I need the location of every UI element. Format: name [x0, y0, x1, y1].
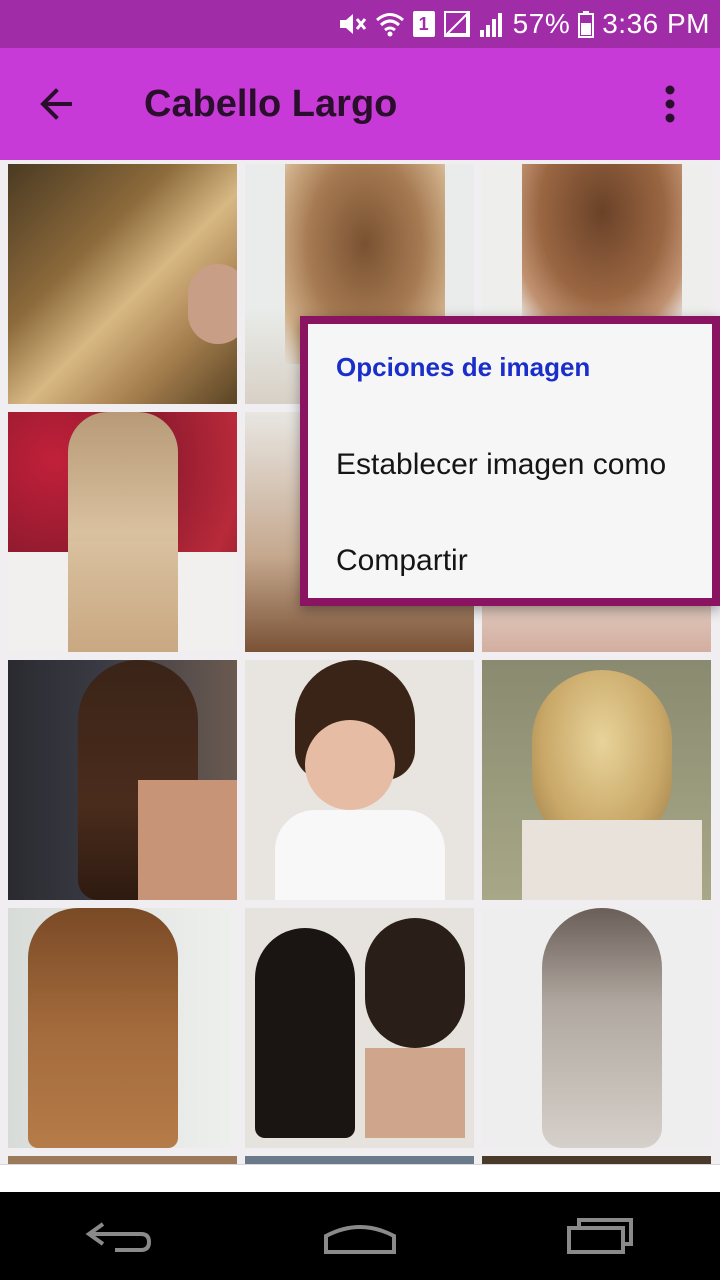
image-options-menu: Opciones de imagen Establecer imagen com… — [300, 316, 720, 606]
nav-recents-button[interactable] — [540, 1192, 660, 1280]
overflow-menu-button[interactable] — [642, 76, 698, 132]
status-bar: 1 57% 3:36 PM — [0, 0, 720, 48]
hairstyle-photo-8[interactable] — [245, 660, 474, 900]
navigation-bar — [0, 1192, 720, 1280]
screen: 1 57% 3:36 PM Cabello Largo Opciones de … — [0, 0, 720, 1280]
nav-home-icon — [324, 1225, 396, 1254]
hairstyle-photo-10[interactable] — [8, 908, 237, 1148]
hairstyle-photo-11[interactable] — [245, 908, 474, 1148]
share-option[interactable]: Compartir — [336, 544, 468, 578]
hairstyle-photo-12[interactable] — [482, 908, 711, 1148]
wifi-icon — [375, 11, 405, 37]
menu-title: Opciones de imagen — [336, 352, 591, 382]
hairstyle-photo-15[interactable] — [482, 1156, 711, 1164]
status-time: 3:36 PM — [602, 8, 710, 39]
hairstyle-photo-1[interactable] — [8, 164, 237, 404]
hairstyle-photo-9[interactable] — [482, 660, 711, 900]
hairstyle-photo-4[interactable] — [8, 412, 237, 652]
mute-icon — [337, 10, 367, 38]
hairstyle-photo-13[interactable] — [8, 1156, 237, 1164]
hairstyle-photo-7[interactable] — [8, 660, 237, 900]
battery-percent: 57% — [512, 8, 571, 39]
nav-recents-icon — [567, 1218, 633, 1254]
sim-icon: 1 — [412, 11, 435, 37]
set-image-as-option[interactable]: Establecer imagen como — [336, 448, 666, 482]
signal-empty-icon — [443, 10, 471, 38]
page-title: Cabello Largo — [144, 82, 398, 125]
nav-home-button[interactable] — [300, 1192, 420, 1280]
battery-icon — [578, 10, 595, 38]
more-vert-icon — [665, 85, 675, 123]
signal-icon — [479, 10, 505, 38]
bottom-spacer — [0, 1164, 720, 1192]
image-grid — [0, 160, 720, 1164]
arrow-back-icon — [40, 88, 72, 120]
app-bar: Cabello Largo — [0, 48, 720, 160]
nav-back-icon — [85, 1222, 152, 1252]
nav-back-button[interactable] — [60, 1192, 180, 1280]
hairstyle-photo-14[interactable] — [245, 1156, 474, 1164]
back-button[interactable] — [0, 48, 112, 160]
